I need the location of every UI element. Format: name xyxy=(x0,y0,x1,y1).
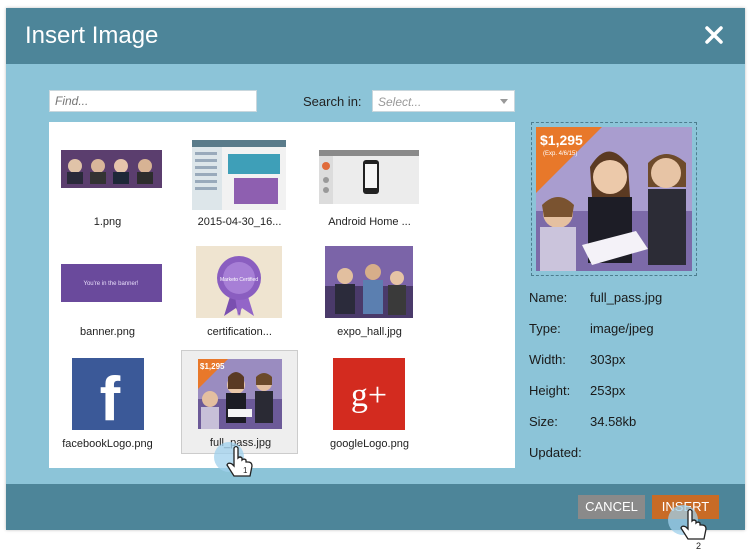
full-pass-preview-image: $1,295 (Exp. 4/6/15) xyxy=(536,127,692,271)
type-label: Type: xyxy=(529,321,561,336)
dialog-titlebar: Insert Image xyxy=(6,8,745,64)
hand-cursor-step-1-icon: 1 xyxy=(214,442,253,477)
image-name: 1.png xyxy=(93,216,122,228)
updated-label: Updated: xyxy=(529,445,582,460)
size-label: Size: xyxy=(529,414,558,429)
image-tile-screenshot[interactable]: 2015-04-30_16... xyxy=(181,128,298,238)
email-program-screenshot-thumbnail xyxy=(192,140,286,210)
svg-text:$1,295: $1,295 xyxy=(540,132,583,148)
dialog-title: Insert Image xyxy=(25,22,159,49)
svg-text:1: 1 xyxy=(243,466,248,475)
image-tile-full-pass-selected[interactable]: $1,295 full_pass.jpg xyxy=(181,350,298,454)
image-tile-google-logo[interactable]: g+ googleLogo.png xyxy=(311,352,428,462)
type-value: image/jpeg xyxy=(590,321,654,336)
width-label: Width: xyxy=(529,352,566,367)
svg-text:(Exp. 4/6/15): (Exp. 4/6/15) xyxy=(543,151,577,157)
certification-ribbon-thumbnail: Marketo Certified xyxy=(196,246,282,318)
android-home-thumbnail xyxy=(319,150,419,204)
image-name: certification... xyxy=(207,326,272,338)
google-plus-logo-thumbnail: g+ xyxy=(333,358,405,430)
size-value: 34.58kb xyxy=(590,414,637,429)
image-tile-1-png[interactable]: 1.png xyxy=(49,128,166,238)
expo-hall-thumbnail xyxy=(325,246,413,318)
hand-cursor-step-2-icon: 2 xyxy=(668,505,707,551)
svg-text:Marketo Certified: Marketo Certified xyxy=(220,277,258,283)
svg-text:g+: g+ xyxy=(351,377,387,414)
name-value: full_pass.jpg xyxy=(590,290,663,305)
width-value: 303px xyxy=(590,352,626,367)
image-name: banner.png xyxy=(79,326,136,338)
cancel-button[interactable]: CANCEL xyxy=(578,495,645,519)
image-name: googleLogo.png xyxy=(330,438,409,450)
full-pass-thumbnail: $1,295 xyxy=(198,359,282,429)
search-in-label: Search in: xyxy=(303,94,362,109)
image-name: 2015-04-30_16... xyxy=(197,216,282,228)
image-preview: $1,295 (Exp. 4/6/15) xyxy=(531,122,697,276)
image-tile-banner[interactable]: You're in the banner! banner.png xyxy=(49,240,166,350)
chevron-down-icon xyxy=(500,99,508,104)
image-tile-certification[interactable]: Marketo Certified certification... xyxy=(181,240,298,350)
height-label: Height: xyxy=(529,383,571,398)
height-value: 253px xyxy=(590,383,626,398)
close-icon[interactable] xyxy=(703,24,725,46)
svg-text:$1,295: $1,295 xyxy=(200,362,225,371)
find-input[interactable] xyxy=(49,90,257,112)
image-tile-android-home[interactable]: Android Home ... xyxy=(311,128,428,238)
image-tile-expo-hall[interactable]: expo_hall.jpg xyxy=(311,240,428,350)
search-in-select[interactable]: Select... xyxy=(372,90,515,112)
svg-text:2: 2 xyxy=(696,541,701,551)
facebook-logo-thumbnail: f xyxy=(72,358,144,430)
purple-banner-thumbnail: You're in the banner! xyxy=(61,264,162,302)
name-label: Name: xyxy=(529,290,568,305)
select-placeholder: Select... xyxy=(378,95,422,109)
image-grid: 1.png 2015-04-30_16... Android Home ... … xyxy=(49,122,515,468)
image-name: expo_hall.jpg xyxy=(337,326,402,338)
svg-text:f: f xyxy=(100,365,121,430)
image-name: facebookLogo.png xyxy=(62,438,153,450)
speaker-photos-thumbnail xyxy=(61,150,162,188)
svg-text:You're in the banner!: You're in the banner! xyxy=(84,281,139,287)
image-name: Android Home ... xyxy=(328,216,411,228)
image-tile-facebook-logo[interactable]: f facebookLogo.png xyxy=(49,352,166,462)
insert-image-dialog: Insert Image Search in: Select... 1.png xyxy=(6,8,745,530)
